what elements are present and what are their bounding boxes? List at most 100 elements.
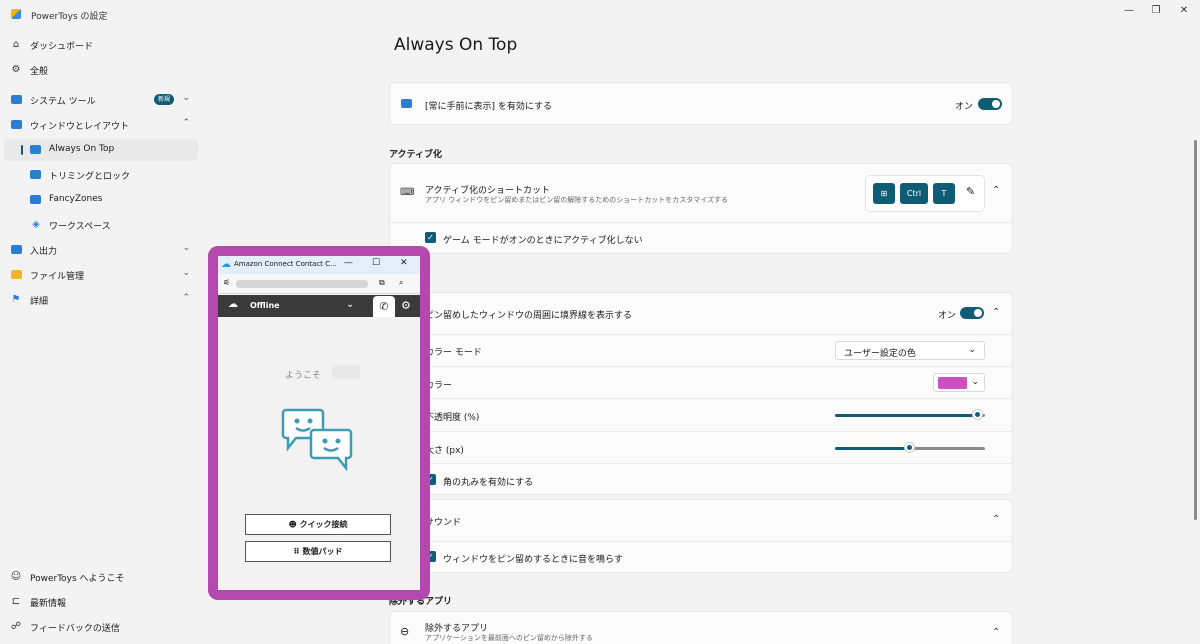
keyboard-icon: ⌨ [400, 187, 415, 198]
url-field[interactable] [236, 280, 368, 288]
exclude-icon: ⊖ [400, 625, 410, 638]
chevron-up-icon: ⌃ [182, 118, 190, 128]
quick-connect-button[interactable]: ☻ クイック接続 [245, 514, 391, 535]
overlay-minimize-button[interactable]: — [344, 258, 353, 268]
sidebar-item-crop-lock[interactable]: トリミングとロック [4, 164, 198, 186]
welcome-text: ようこそ [285, 371, 322, 381]
thickness-label: 太さ (px) [425, 446, 464, 456]
slider-thumb[interactable] [972, 410, 982, 419]
color-picker[interactable]: ⌄ [933, 373, 985, 392]
chevron-up-icon[interactable]: ⌃ [992, 307, 1000, 318]
chevron-down-icon: ⌄ [182, 243, 190, 253]
welcome-icon: ☺ [10, 571, 22, 582]
sidebar-item-welcome[interactable]: ☺ PowerToys へようこそ [4, 566, 198, 588]
sidebar-item-label: FancyZones [49, 194, 103, 204]
chevron-down-icon[interactable]: ⌄ [346, 299, 354, 310]
phone-icon[interactable]: ✆ [373, 296, 395, 317]
chevron-up-icon: ⌃ [182, 293, 190, 303]
activation-header: アクティブ化 [389, 150, 443, 160]
contact-icon: ☻ [288, 520, 300, 529]
agent-status[interactable]: Offline [250, 301, 280, 310]
sidebar-item-workspaces[interactable]: ◈ ワークスペース [4, 214, 198, 236]
gear-icon[interactable]: ⚙ [401, 299, 411, 312]
chat-bots-icon [281, 408, 353, 472]
edit-pencil-icon[interactable]: ✎ [966, 185, 975, 198]
game-mode-label: ゲーム モードがオンのときにアクティブ化しない [443, 236, 643, 246]
divider [389, 463, 1013, 464]
overlay-close-button[interactable]: ✕ [400, 258, 408, 268]
numpad-label: 数値パッド [302, 547, 343, 556]
sidebar-item-label: 詳細 [30, 297, 49, 307]
color-mode-value: ユーザー設定の色 [844, 349, 916, 359]
fancyzones-icon [30, 195, 41, 204]
redacted-name [332, 365, 360, 379]
sidebar-item-label: 入出力 [30, 247, 58, 257]
sidebar-item-windowing[interactable]: ウィンドウとレイアウト ⌃ [4, 114, 198, 136]
quick-connect-label: クイック接続 [299, 520, 348, 529]
pinned-window-border: ☁ Amazon Connect Contact C... — ☐ ✕ ⚟ ⧉ … [208, 246, 430, 600]
gear-icon: ⚙ [11, 64, 21, 75]
sidebar-item-label: トリミングとロック [49, 172, 131, 182]
overlay-maximize-button[interactable]: ☐ [372, 258, 380, 268]
key-ctrl: Ctrl [900, 183, 928, 204]
slider-thumb[interactable] [905, 443, 914, 452]
chevron-up-icon[interactable]: ⌃ [992, 185, 1000, 196]
game-mode-checkbox[interactable]: ✓ [425, 232, 436, 243]
system-tools-icon [11, 95, 22, 104]
sidebar-item-label: フィードバックの送信 [30, 624, 120, 634]
sidebar-item-label: システム ツール [30, 97, 96, 107]
chevron-down-icon: ⌄ [182, 93, 190, 103]
close-button[interactable]: ✕ [1171, 4, 1197, 18]
page-title: Always On Top [394, 35, 518, 55]
enable-label: [常に手前に表示] を有効にする [425, 102, 552, 112]
zoom-icon[interactable]: ⌕ [399, 278, 403, 288]
sidebar-item-always-on-top[interactable]: Always On Top [4, 139, 198, 161]
sidebar-item-system-tools[interactable]: システム ツール 新規 ⌄ [4, 89, 198, 111]
color-mode-select[interactable]: ユーザー設定の色 ⌄ [835, 341, 985, 360]
border-toggle[interactable] [960, 307, 984, 319]
key-t: T [933, 183, 955, 204]
sound-label: サウンド [425, 518, 462, 528]
sidebar-item-dashboard[interactable]: ⌂ ダッシュボード [4, 34, 198, 56]
divider [389, 334, 1013, 335]
maximize-button[interactable]: ❐ [1143, 4, 1169, 18]
translate-icon[interactable]: ⧉ [379, 278, 385, 288]
sidebar-item-label: 最新情報 [30, 599, 67, 609]
sidebar-item-general[interactable]: ⚙ 全般 [4, 59, 198, 81]
new-badge: 新規 [154, 94, 175, 105]
color-swatch [938, 377, 967, 389]
sidebar-item-advanced[interactable]: ⚑ 詳細 ⌃ [4, 289, 198, 311]
sidebar-item-whats-new[interactable]: ⊏ 最新情報 [4, 591, 198, 613]
slider-fill [835, 414, 978, 417]
chevron-up-icon[interactable]: ⌃ [992, 514, 1000, 525]
amazon-connect-window[interactable]: ☁ Amazon Connect Contact C... — ☐ ✕ ⚟ ⧉ … [218, 256, 420, 590]
scrollbar[interactable] [1194, 140, 1197, 520]
divider [389, 398, 1013, 399]
chevron-down-icon: ⌄ [971, 377, 979, 387]
minimize-button[interactable]: — [1116, 4, 1142, 18]
sidebar-item-fancyzones[interactable]: FancyZones [4, 189, 198, 211]
selection-indicator [21, 145, 23, 155]
overlay-title-bar: ☁ Amazon Connect Contact C... — ☐ ✕ [218, 256, 420, 274]
shortcut-description: アプリ ウィンドウをピン留めまたはピン留の解除するためのショートカットをカスタマ… [425, 196, 729, 204]
enable-toggle[interactable] [978, 98, 1002, 110]
border-label: ピン留めしたウィンドウの周囲に境界線を表示する [425, 311, 633, 321]
overlay-title: Amazon Connect Contact C... [234, 260, 337, 268]
chevron-up-icon[interactable]: ⌃ [992, 627, 1000, 638]
sidebar-item-label: Always On Top [49, 144, 115, 154]
sidebar-item-input-output[interactable]: 入出力 ⌄ [4, 239, 198, 261]
divider [389, 541, 1013, 542]
sidebar-item-feedback[interactable]: ☍ フィードバックの送信 [4, 616, 198, 638]
title-bar: PowerToys の設定 — ❐ ✕ [0, 0, 1200, 30]
advanced-icon: ⚑ [11, 294, 21, 305]
opacity-label: 不透明度 (%) [425, 413, 480, 423]
round-corners-label: 角の丸みを有効にする [443, 478, 534, 488]
window-layout-icon [11, 120, 22, 129]
site-settings-icon[interactable]: ⚟ [223, 278, 230, 287]
agent-status-bar: ☁ Offline ⌄ ✆ ⚙ [218, 295, 420, 317]
cloud-status-icon: ☁ [228, 299, 238, 310]
sidebar-item-label: ワークスペース [49, 222, 111, 232]
sidebar-item-label: ファイル管理 [30, 272, 85, 282]
numpad-button[interactable]: ⠿ 数値パッド [245, 541, 391, 562]
sidebar-item-file-management[interactable]: ファイル管理 ⌄ [4, 264, 198, 286]
